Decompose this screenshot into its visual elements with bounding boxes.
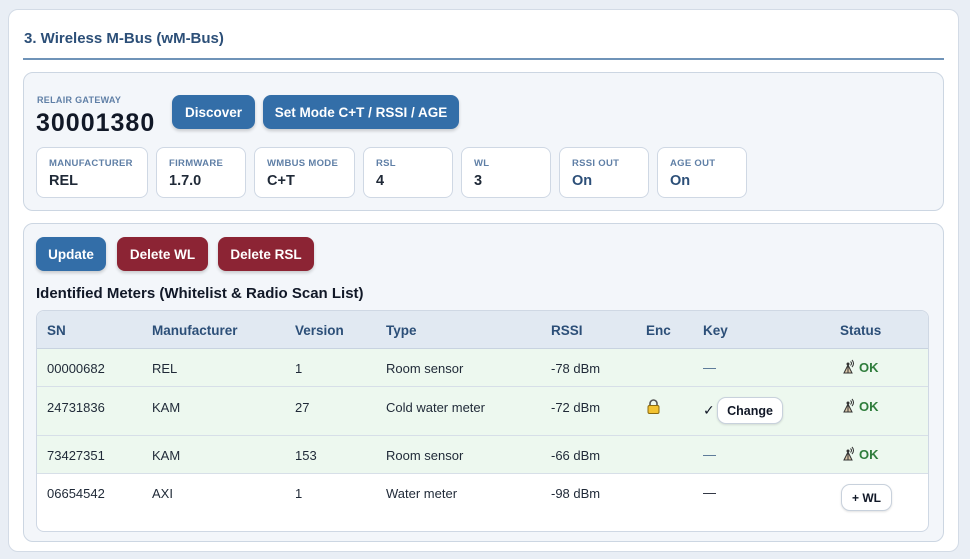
gateway-serial: 30001380 [36, 109, 156, 137]
status-text: OK [859, 446, 879, 462]
meters-heading: Identified Meters (Whitelist & Radio Sca… [36, 285, 364, 302]
cell-type: Cold water meter [386, 400, 485, 415]
info-value: On [670, 173, 691, 189]
title-divider [23, 58, 944, 60]
delete-wl-button[interactable]: Delete WL [117, 237, 208, 271]
info-value: C+T [267, 173, 295, 189]
cell-sn: 73427351 [47, 448, 105, 463]
cell-manufacturer: KAM [152, 448, 181, 463]
cell-version: 1 [295, 486, 303, 501]
cell-key: — [703, 447, 716, 462]
cell-sn: 06654542 [47, 486, 105, 501]
column-header-type: Type [386, 323, 417, 338]
meters-table: SN Manufacturer Version Type RSSI Enc Ke… [36, 310, 929, 532]
cell-status: OK [841, 446, 879, 462]
column-header-rssi: RSSI [551, 323, 583, 338]
cell-sn: 24731836 [47, 400, 105, 415]
cell-type: Room sensor [386, 448, 464, 463]
lock-icon [647, 399, 660, 414]
antenna-icon [843, 359, 854, 374]
column-header-version: Version [295, 323, 344, 338]
column-header-manufacturer: Manufacturer [152, 323, 238, 338]
column-header-enc: Enc [646, 323, 671, 338]
cell-status: OK [841, 398, 879, 414]
info-label: FIRMWARE [169, 158, 224, 169]
table-header: SN Manufacturer Version Type RSSI Enc Ke… [37, 311, 928, 349]
gateway-panel: RELAIR GATEWAY 30001380 Discover Set Mod… [23, 72, 944, 211]
cell-rssi: -78 dBm [551, 361, 601, 376]
column-header-key: Key [703, 323, 728, 338]
info-firmware: FIRMWARE 1.7.0 [156, 147, 246, 198]
section-title: 3. Wireless M-Bus (wM-Bus) [24, 30, 224, 47]
change-key-button[interactable]: Change [717, 397, 783, 424]
cell-rssi: -98 dBm [551, 486, 601, 501]
update-button[interactable]: Update [36, 237, 106, 271]
info-rsl: RSL 4 [363, 147, 453, 198]
info-label: AGE OUT [670, 158, 716, 169]
info-value: REL [49, 173, 78, 189]
cell-version: 153 [295, 448, 317, 463]
discover-button[interactable]: Discover [172, 95, 255, 129]
delete-rsl-button[interactable]: Delete RSL [218, 237, 314, 271]
wmbus-section-card: 3. Wireless M-Bus (wM-Bus) RELAIR GATEWA… [8, 9, 959, 552]
info-label: MANUFACTURER [49, 158, 133, 169]
info-age-out: AGE OUT On [657, 147, 747, 198]
antenna-icon [843, 398, 854, 413]
cell-rssi: -66 dBm [551, 448, 601, 463]
cell-manufacturer: AXI [152, 486, 173, 501]
cell-key: — [703, 360, 716, 375]
column-header-sn: SN [47, 323, 66, 338]
info-manufacturer: MANUFACTURER REL [36, 147, 148, 198]
set-mode-button[interactable]: Set Mode C+T / RSSI / AGE [263, 95, 459, 129]
add-to-whitelist-button[interactable]: + WL [841, 484, 892, 511]
info-wmbus-mode: WMBUS MODE C+T [254, 147, 355, 198]
info-label: RSL [376, 158, 396, 169]
info-value: On [572, 173, 593, 189]
info-rssi-out: RSSI OUT On [559, 147, 649, 198]
cell-status: OK [841, 359, 879, 375]
cell-manufacturer: KAM [152, 400, 181, 415]
antenna-icon [843, 446, 854, 461]
info-value: 4 [376, 173, 385, 189]
column-header-status: Status [840, 323, 882, 338]
info-wl: WL 3 [461, 147, 551, 198]
cell-type: Water meter [386, 486, 458, 501]
info-label: WMBUS MODE [267, 158, 339, 169]
table-row[interactable]: 73427351 KAM 153 Room sensor -66 dBm — O… [37, 436, 928, 474]
table-row[interactable]: 00000682 REL 1 Room sensor -78 dBm — OK [37, 349, 928, 387]
meters-panel: Update Delete WL Delete RSL Identified M… [23, 223, 944, 542]
cell-manufacturer: REL [152, 361, 178, 376]
cell-version: 27 [295, 400, 310, 415]
info-value: 1.7.0 [169, 173, 202, 189]
status-text: OK [859, 398, 879, 414]
cell-version: 1 [295, 361, 303, 376]
cell-type: Room sensor [386, 361, 464, 376]
status-text: OK [859, 359, 879, 375]
info-label: RSSI OUT [572, 158, 620, 169]
table-row[interactable]: 24731836 KAM 27 Cold water meter -72 dBm… [37, 387, 928, 436]
cell-sn: 00000682 [47, 361, 105, 376]
key-check-icon: ✓ [703, 402, 715, 418]
cell-rssi: -72 dBm [551, 400, 601, 415]
cell-key: — [703, 485, 716, 500]
info-label: WL [474, 158, 490, 169]
gateway-label: RELAIR GATEWAY [37, 95, 122, 105]
table-row[interactable]: 06654542 AXI 1 Water meter -98 dBm — + W… [37, 474, 928, 518]
info-value: 3 [474, 173, 483, 189]
